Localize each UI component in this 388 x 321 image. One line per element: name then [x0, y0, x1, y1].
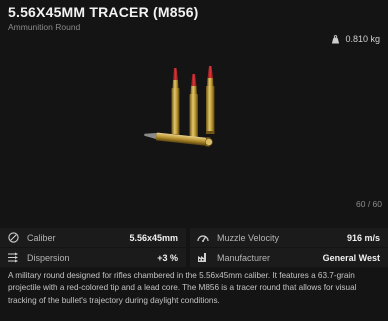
- caliber-icon: [7, 232, 19, 244]
- stat-dispersion: Dispersion +3 %: [0, 248, 186, 267]
- stat-label: Muzzle Velocity: [217, 232, 280, 243]
- item-title: 5.56X45MM TRACER (M856): [8, 4, 199, 20]
- weight-value: 0.810 kg: [345, 34, 380, 44]
- stat-label: Manufacturer: [217, 252, 271, 263]
- round-1: [171, 68, 180, 137]
- stat-manufacturer: Manufacturer General West: [190, 248, 388, 267]
- dispersion-icon: [7, 252, 19, 264]
- stat-muzzle-velocity: Muzzle Velocity 916 m/s: [190, 228, 388, 247]
- item-subtitle: Ammunition Round: [8, 22, 81, 32]
- stat-value: General West: [322, 252, 380, 263]
- weight-icon: [331, 34, 340, 44]
- round-2: [189, 74, 198, 140]
- speedometer-icon: [197, 232, 209, 244]
- stat-label: Dispersion: [27, 252, 70, 263]
- ammo-rounds-image: [144, 66, 215, 147]
- stack-capacity: 60 / 60: [356, 199, 382, 209]
- factory-icon: [197, 252, 209, 264]
- stat-value: 916 m/s: [346, 232, 380, 243]
- item-description: A military round designed for rifles cha…: [8, 271, 357, 305]
- stat-label: Caliber: [27, 232, 56, 243]
- stat-value: 5.56x45mm: [129, 232, 178, 243]
- stats-grid: Caliber 5.56x45mm Muzzle Velocity 916 m/…: [0, 226, 388, 267]
- stat-value: +3 %: [157, 252, 178, 263]
- round-3: [206, 66, 215, 134]
- weight-display: 0.810 kg: [331, 34, 380, 44]
- stat-caliber: Caliber 5.56x45mm: [0, 228, 186, 247]
